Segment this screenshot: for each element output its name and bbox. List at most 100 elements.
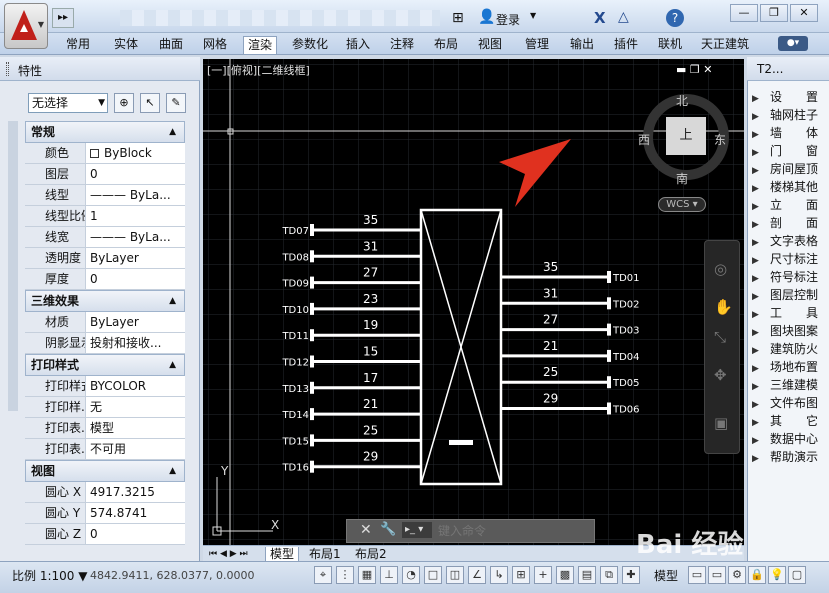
ribbon-tab-13[interactable]: 联机 (654, 36, 686, 54)
t20-palette-title[interactable]: T2... (747, 57, 829, 81)
workspace-switch-icon[interactable]: ⚙ (728, 566, 746, 584)
t20-menu-item[interactable]: ▶ 其 它 (752, 412, 828, 429)
ribbon-minimize-button[interactable]: ●▾ (778, 36, 808, 51)
pin-marker-left[interactable] (310, 302, 314, 315)
selection-cycling-icon[interactable]: ⧉ (600, 566, 618, 584)
property-row[interactable]: 线型 ——— ByLa... (25, 185, 185, 206)
property-value[interactable]: 不可用 (85, 439, 185, 459)
polar-tracking-icon[interactable]: ◔ (402, 566, 420, 584)
t20-menu-item[interactable]: ▶ 图层控制 (752, 286, 828, 303)
box-caption[interactable] (449, 440, 473, 445)
property-value[interactable]: ByBlock (85, 143, 185, 163)
compass-north[interactable]: 北 (676, 92, 688, 109)
ribbon-tab-5[interactable]: 参数化 (288, 36, 332, 54)
section-header[interactable]: 打印样式 ▲ (25, 354, 185, 376)
isolate-objects-icon[interactable]: 💡 (768, 566, 786, 584)
t20-menu-item[interactable]: ▶ 三维建模 (752, 376, 828, 393)
property-value[interactable]: 574.8741 (85, 503, 185, 523)
pin-marker-left[interactable] (310, 276, 314, 289)
t20-menu-item[interactable]: ▶ 楼梯其他 (752, 178, 828, 195)
property-value[interactable]: ByLayer (85, 312, 185, 332)
t20-menu-item[interactable]: ▶ 尺寸标注 (752, 250, 828, 267)
zoom-extents-icon[interactable]: ⤡ (714, 328, 726, 346)
t20-menu-item[interactable]: ▶ 剖 面 (752, 214, 828, 231)
close-button[interactable]: ✕ (790, 4, 818, 22)
clean-screen-icon[interactable]: ▢ (788, 566, 806, 584)
palette-scrollbar[interactable] (8, 121, 18, 411)
wrench-icon[interactable]: 🔧 (380, 522, 396, 537)
ribbon-tab-2[interactable]: 曲面 (155, 36, 187, 54)
ucs-dynamic-icon[interactable]: ↳ (490, 566, 508, 584)
palette-title-bar[interactable]: 特性 (0, 57, 200, 81)
property-row[interactable]: 圆心 Y ... 574.8741 (25, 503, 185, 524)
3d-osnap-icon[interactable]: ◫ (446, 566, 464, 584)
viewport-window-controls[interactable]: ▬ ❐ ✕ (676, 63, 712, 76)
grid-display-icon[interactable]: ▦ (358, 566, 376, 584)
tab-layout2[interactable]: 布局2 (351, 547, 391, 561)
t20-menu-item[interactable]: ▶ 设 置 (752, 88, 828, 105)
property-value[interactable]: 投射和接收... (85, 333, 185, 353)
restore-button[interactable]: ❐ (760, 4, 788, 22)
property-row[interactable]: 打印样式 BYCOLOR (25, 376, 185, 397)
property-value[interactable]: ByLayer (85, 248, 185, 268)
quick-properties-icon[interactable]: ▤ (578, 566, 596, 584)
property-row[interactable]: 打印表... 模型 (25, 418, 185, 439)
chevron-down-icon[interactable]: ▼ (530, 11, 536, 20)
grip-icon[interactable] (6, 62, 9, 76)
otrack-icon[interactable]: ∠ (468, 566, 486, 584)
toggle-pickadd-icon[interactable]: ⊕ (114, 93, 134, 113)
property-value[interactable]: 0 (85, 269, 185, 289)
section-header[interactable]: 常规 ▲ (25, 121, 185, 143)
collapse-icon[interactable]: ▲ (169, 461, 176, 481)
t20-menu-item[interactable]: ▶ 数据中心 (752, 430, 828, 447)
tab-layout1[interactable]: 布局1 (305, 547, 345, 561)
compass-west[interactable]: 西 (638, 131, 650, 148)
property-row[interactable]: 材质 ByLayer (25, 312, 185, 333)
viewcube-top-face[interactable]: 上 (666, 117, 706, 155)
property-value[interactable]: BYCOLOR (85, 376, 185, 396)
pin-marker-right[interactable] (607, 297, 611, 310)
login-link[interactable]: 登录 (496, 11, 520, 28)
lineweight-icon[interactable]: + (534, 566, 552, 584)
transparency-icon[interactable]: ▩ (556, 566, 574, 584)
pin-marker-right[interactable] (607, 323, 611, 336)
t20-menu-item[interactable]: ▶ 房间屋顶 (752, 160, 828, 177)
pin-marker-left[interactable] (310, 460, 314, 473)
pin-marker-left[interactable] (310, 329, 314, 342)
t20-menu-item[interactable]: ▶ 图块图案 (752, 322, 828, 339)
ribbon-tab-7[interactable]: 注释 (386, 36, 418, 54)
pin-marker-right[interactable] (607, 271, 611, 283)
pin-marker-left[interactable] (310, 224, 314, 236)
snap-mode-icon[interactable]: ⋮ (336, 566, 354, 584)
property-value[interactable]: ——— ByLa... (85, 185, 185, 205)
ribbon-tab-1[interactable]: 实体 (110, 36, 142, 54)
property-value[interactable]: 模型 (85, 418, 185, 438)
pin-marker-left[interactable] (310, 250, 314, 263)
tab-model[interactable]: 模型 (265, 547, 300, 562)
property-row[interactable]: 颜色 ByBlock (25, 143, 185, 164)
property-value[interactable]: 无 (85, 397, 185, 417)
ribbon-tab-8[interactable]: 布局 (430, 36, 462, 54)
property-row[interactable]: 打印样... 无 (25, 397, 185, 418)
property-row[interactable]: 厚度 0 (25, 269, 185, 290)
a360-icon[interactable]: △ (618, 9, 629, 25)
user-icon[interactable]: 👤 (478, 9, 495, 25)
pin-marker-left[interactable] (310, 434, 314, 447)
minimize-button[interactable]: — (730, 4, 758, 22)
wcs-menu[interactable]: WCS ▾ (658, 197, 706, 212)
ribbon-tab-10[interactable]: 管理 (521, 36, 553, 54)
pin-marker-left[interactable] (310, 408, 314, 421)
viewport-controls-label[interactable]: [一][俯视][二维线框] (207, 62, 310, 78)
section-header[interactable]: 视图 ▲ (25, 460, 185, 482)
t20-menu-item[interactable]: ▶ 场地布置 (752, 358, 828, 375)
pan-hand-icon[interactable]: ✋ (714, 298, 733, 316)
compass-south[interactable]: 南 (676, 170, 688, 187)
property-value[interactable]: 0 (85, 524, 185, 544)
collapse-icon[interactable]: ▲ (169, 291, 176, 311)
compass-east[interactable]: 东 (714, 131, 726, 148)
ribbon-tab-0[interactable]: 常用 (62, 36, 94, 54)
t20-menu-item[interactable]: ▶ 立 面 (752, 196, 828, 213)
property-row[interactable]: 透明度 ByLayer (25, 248, 185, 269)
lock-ui-icon[interactable]: 🔒 (748, 566, 766, 584)
property-row[interactable]: 打印表... 不可用 (25, 439, 185, 460)
